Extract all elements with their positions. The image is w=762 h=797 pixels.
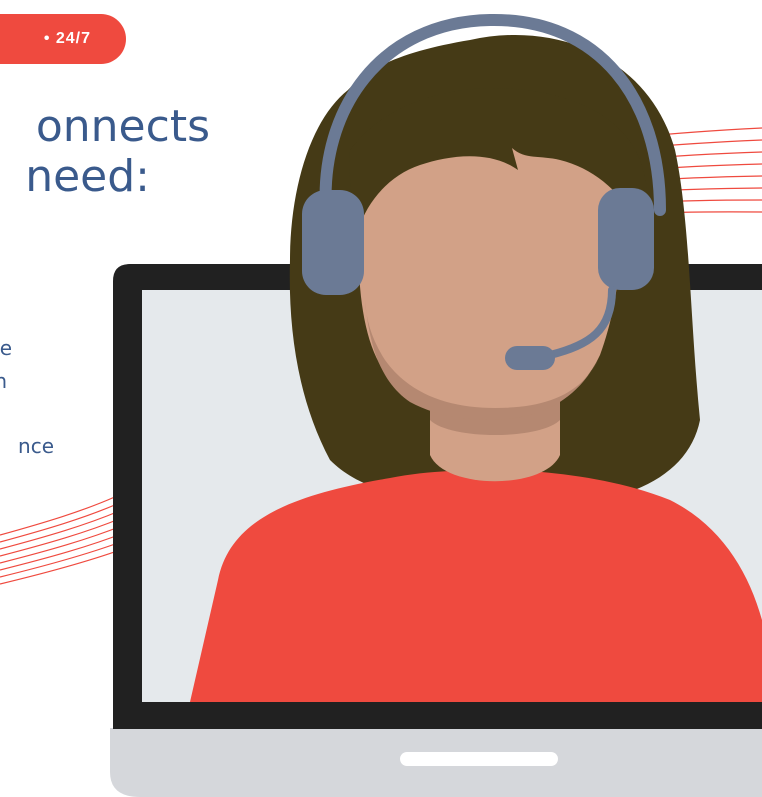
feature-item-2: n [0, 369, 7, 393]
availability-badge-text: • 24/7 [43, 30, 91, 47]
feature-item-1: e [0, 336, 12, 360]
availability-badge: • 24/7 [0, 14, 126, 64]
feature-item-3: nce [18, 434, 54, 458]
headline-line-2: need: [25, 151, 150, 202]
hero-section: • 24/7 onnects need: e n nce [0, 0, 762, 797]
headline-line-1: onnects [35, 101, 210, 152]
